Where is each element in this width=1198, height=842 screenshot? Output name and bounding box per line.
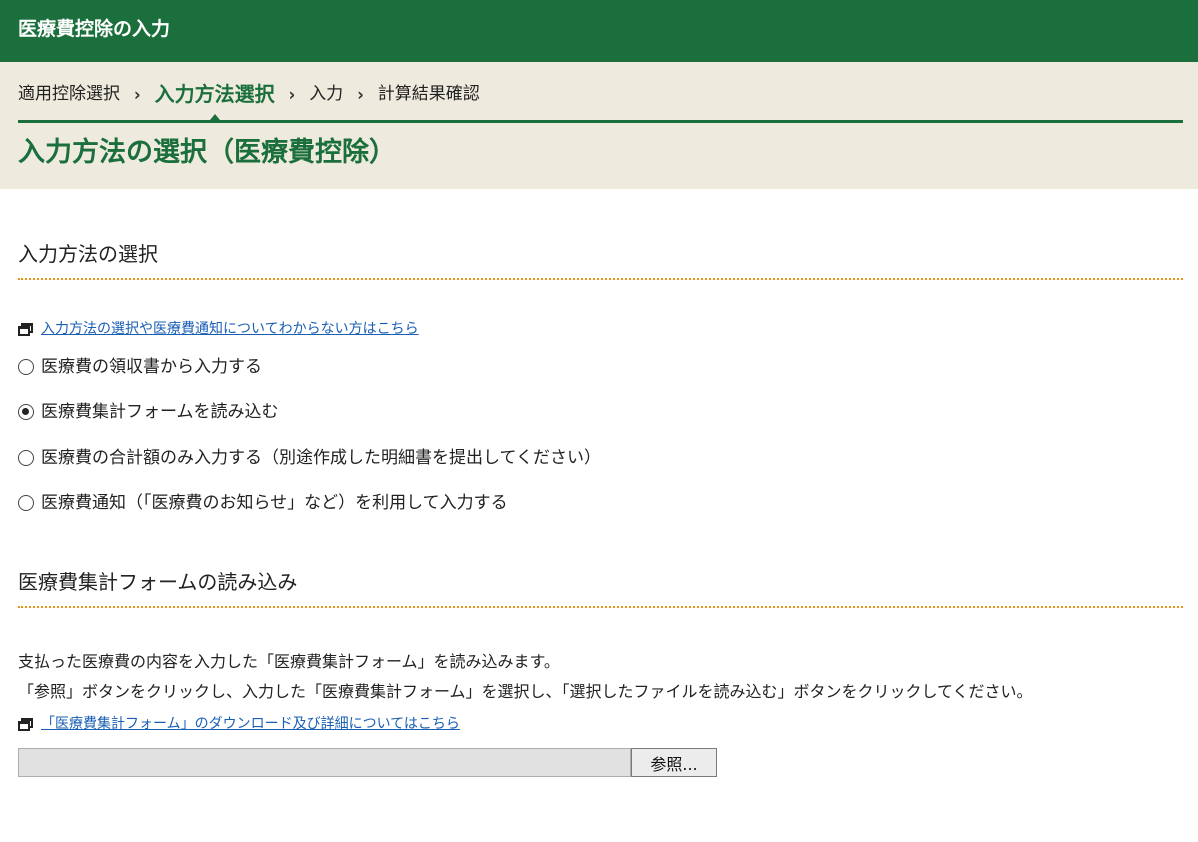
- new-window-icon: [18, 717, 33, 731]
- radio-button-selected[interactable]: [18, 404, 34, 420]
- section-title-form-import: 医療費集計フォームの読み込み: [18, 570, 298, 594]
- new-window-icon: [18, 322, 33, 336]
- breadcrumb: 適用控除選択 › 入力方法選択 › 入力 › 計算結果確認: [18, 80, 480, 120]
- breadcrumb-active-label: 入力方法選択: [154, 82, 275, 106]
- method-help-link-row[interactable]: 入力方法の選択や医療費通知についてわからない方はこちら: [18, 319, 419, 339]
- radio-button[interactable]: [18, 495, 34, 511]
- step-band: 適用控除選択 › 入力方法選択 › 入力 › 計算結果確認 入力方法の選択（医療…: [0, 62, 1198, 189]
- form-description-line2: 「参照」ボタンをクリックし、入力した「医療費集計フォーム」を選択し、「選択したフ…: [18, 682, 1033, 701]
- radio-option-receipt[interactable]: 医療費の領収書から入力する: [18, 355, 262, 379]
- radio-button[interactable]: [18, 359, 34, 375]
- radio-label[interactable]: 医療費の領収書から入力する: [41, 355, 262, 379]
- radio-option-notice[interactable]: 医療費通知（「医療費のお知らせ」など）を利用して入力する: [18, 491, 508, 515]
- chevron-right-icon: ›: [134, 83, 141, 105]
- breadcrumb-step-method-select: 入力方法選択: [154, 80, 275, 120]
- form-description-line1: 支払った医療費の内容を入力した「医療費集計フォーム」を読み込みます。: [18, 652, 560, 671]
- chevron-right-icon: ›: [288, 83, 296, 105]
- radio-option-total-only[interactable]: 医療費の合計額のみ入力する（別途作成した明細書を提出してください）: [18, 446, 601, 470]
- breadcrumb-step-result: 計算結果確認: [377, 84, 480, 104]
- form-download-link-row[interactable]: 「医療費集計フォーム」のダウンロード及び詳細についてはこちら: [18, 714, 460, 734]
- app-header: 医療費控除の入力: [0, 0, 1198, 62]
- radio-label[interactable]: 医療費の合計額のみ入力する（別途作成した明細書を提出してください）: [41, 446, 601, 470]
- breadcrumb-step-deduction-select: 適用控除選択: [18, 84, 120, 104]
- breadcrumb-step-input: 入力: [309, 84, 344, 104]
- file-path-field[interactable]: [18, 748, 631, 777]
- radio-label[interactable]: 医療費集計フォームを読み込む: [41, 400, 279, 424]
- method-help-link[interactable]: 入力方法の選択や医療費通知についてわからない方はこちら: [41, 319, 419, 339]
- radio-option-aggregate-form[interactable]: 医療費集計フォームを読み込む: [18, 400, 279, 424]
- browse-button[interactable]: 参照...: [631, 748, 717, 777]
- page-title: 入力方法の選択（医療費控除）: [18, 137, 396, 168]
- breadcrumb-divider: [18, 120, 1183, 123]
- form-download-link[interactable]: 「医療費集計フォーム」のダウンロード及び詳細についてはこちら: [41, 714, 460, 734]
- section-divider: [18, 278, 1183, 280]
- section-divider: [18, 606, 1183, 608]
- radio-button[interactable]: [18, 450, 34, 466]
- section-title-method: 入力方法の選択: [18, 242, 158, 266]
- app-title: 医療費控除の入力: [18, 18, 171, 40]
- radio-label[interactable]: 医療費通知（「医療費のお知らせ」など）を利用して入力する: [41, 491, 508, 515]
- chevron-right-icon: ›: [357, 83, 364, 105]
